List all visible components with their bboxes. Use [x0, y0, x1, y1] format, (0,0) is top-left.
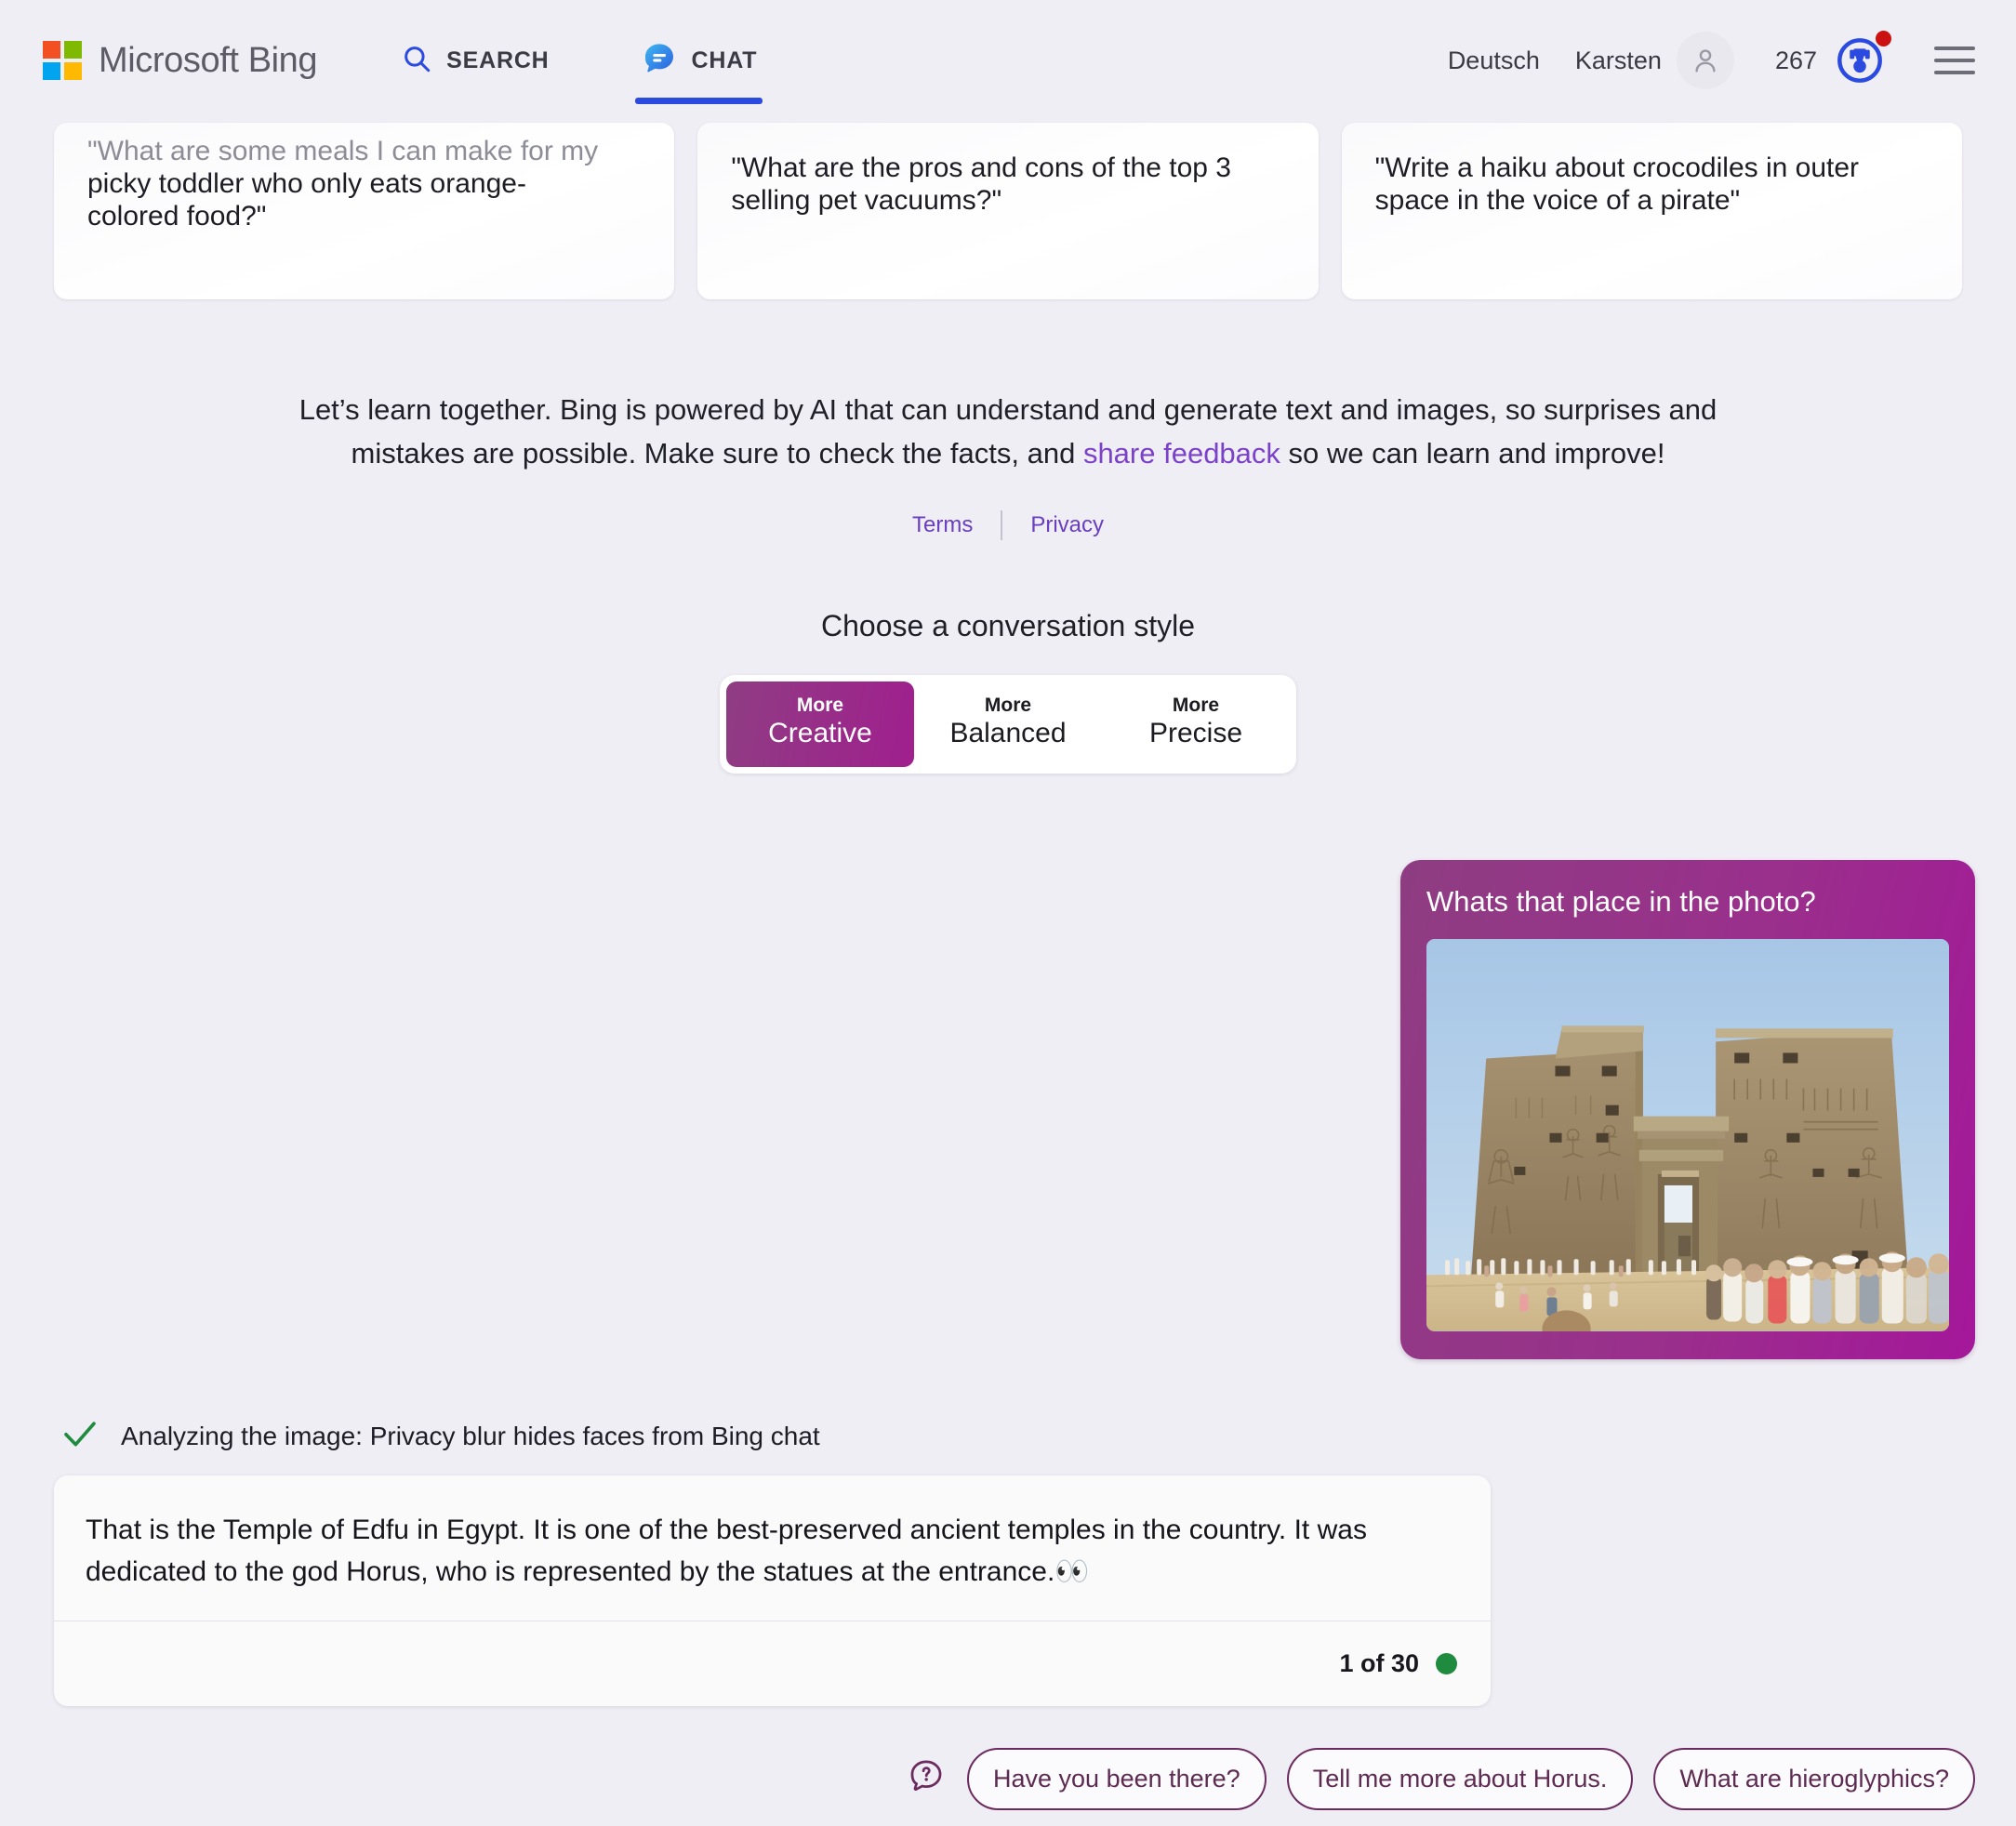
style-option-main: Balanced	[949, 718, 1067, 749]
avatar[interactable]	[1676, 32, 1734, 89]
checkmark-icon	[60, 1415, 100, 1457]
legal-links: Terms Privacy	[0, 510, 2016, 540]
tab-chat[interactable]: CHAT	[631, 0, 767, 121]
tab-chat-label: CHAT	[691, 46, 758, 73]
user-name-label[interactable]: Karsten	[1575, 46, 1662, 75]
rewards-points-count: 267	[1774, 46, 1817, 74]
conversation-style-switcher: More Creative More Balanced More Precise	[720, 675, 1296, 774]
bot-message-bubble: That is the Temple of Edfu in Egypt. It …	[54, 1475, 1491, 1706]
style-option-main: Creative	[768, 718, 872, 749]
conversation-style-title: Choose a conversation style	[821, 609, 1195, 642]
disclaimer-section: Let’s learn together. Bing is powered by…	[0, 389, 2016, 540]
style-option-precise[interactable]: More Precise	[1102, 681, 1290, 767]
chat-bubble-icon	[641, 40, 678, 82]
rewards-medal-icon[interactable]	[1834, 31, 1891, 86]
privacy-link[interactable]: Privacy	[1002, 512, 1132, 538]
suggestion-card[interactable]: "What are some meals I can make for my p…	[54, 123, 675, 299]
brand-name: Microsoft Bing	[99, 40, 318, 80]
status-dot	[1436, 1653, 1457, 1674]
disclaimer-text: Let’s learn together. Bing is powered by…	[264, 389, 1752, 475]
suggestion-line: "What are the pros and cons of the top 3	[731, 152, 1231, 183]
disclaimer-part-2: so we can learn and improve!	[1280, 436, 1665, 470]
image-analysis-text: Analyzing the image: Privacy blur hides …	[121, 1421, 820, 1450]
tab-search-label: SEARCH	[446, 46, 550, 73]
followup-chip[interactable]: What are hieroglyphics?	[1653, 1748, 1975, 1810]
header-right-cluster: Deutsch Karsten 267	[1448, 31, 1975, 89]
suggestion-card[interactable]: "What are the pros and cons of the top 3…	[697, 123, 1319, 299]
brand-logo[interactable]: Microsoft Bing	[43, 40, 318, 81]
bot-message-footer: 1 of 30	[54, 1621, 1491, 1706]
bot-message-text: That is the Temple of Edfu in Egypt. It …	[86, 1515, 1367, 1587]
share-feedback-link[interactable]: share feedback	[1083, 437, 1280, 470]
style-option-sub: More	[984, 695, 1032, 716]
style-option-sub: More	[1172, 695, 1220, 716]
suggestion-line: picky toddler who only eats orange-	[87, 167, 526, 199]
followup-chip[interactable]: Have you been there?	[967, 1748, 1267, 1810]
notification-dot	[1876, 31, 1891, 46]
style-option-balanced[interactable]: More Balanced	[914, 681, 1102, 767]
terms-link[interactable]: Terms	[884, 512, 1001, 538]
followup-suggestions: Have you been there? Tell me more about …	[906, 1748, 1975, 1810]
search-icon	[401, 43, 432, 79]
conversation-style-section: Choose a conversation style More Creativ…	[0, 609, 2016, 774]
microsoft-logo-icon	[43, 41, 82, 80]
bot-message-body: That is the Temple of Edfu in Egypt. It …	[54, 1475, 1491, 1621]
suggestion-line: colored food?"	[87, 200, 267, 232]
suggestion-card[interactable]: "Write a haiku about crocodiles in outer…	[1341, 123, 1962, 299]
language-selector[interactable]: Deutsch	[1448, 46, 1540, 75]
person-icon	[1695, 49, 1716, 73]
followup-chip[interactable]: Tell me more about Horus.	[1286, 1748, 1634, 1810]
suggestion-line: "Write a haiku about crocodiles in outer	[1374, 152, 1860, 183]
tab-search[interactable]: SEARCH	[391, 0, 558, 121]
hamburger-menu-icon[interactable]	[1934, 46, 1975, 74]
question-bubble-icon[interactable]	[906, 1756, 947, 1802]
suggestion-line: "What are some meals I can make for my	[87, 136, 599, 166]
user-message-bubble: Whats that place in the photo?	[1400, 860, 1975, 1359]
style-option-sub: More	[796, 695, 844, 716]
image-analysis-status: Analyzing the image: Privacy blur hides …	[60, 1415, 820, 1457]
user-message-text: Whats that place in the photo?	[1426, 885, 1816, 918]
suggestion-cards: "What are some meals I can make for my p…	[0, 123, 2016, 299]
user-message-attachment[interactable]	[1426, 939, 1949, 1331]
app-header: Microsoft Bing SEARCH CHAT Deutsch Karst…	[0, 0, 2016, 121]
suggestion-line: selling pet vacuums?"	[731, 184, 1002, 216]
turn-counter: 1 of 30	[1339, 1649, 1419, 1677]
active-tab-indicator	[634, 98, 763, 104]
style-option-main: Precise	[1148, 718, 1243, 749]
style-option-creative[interactable]: More Creative	[726, 681, 914, 767]
temple-of-edfu-photo	[1426, 939, 1949, 1331]
suggestion-line: space in the voice of a pirate"	[1374, 184, 1741, 216]
